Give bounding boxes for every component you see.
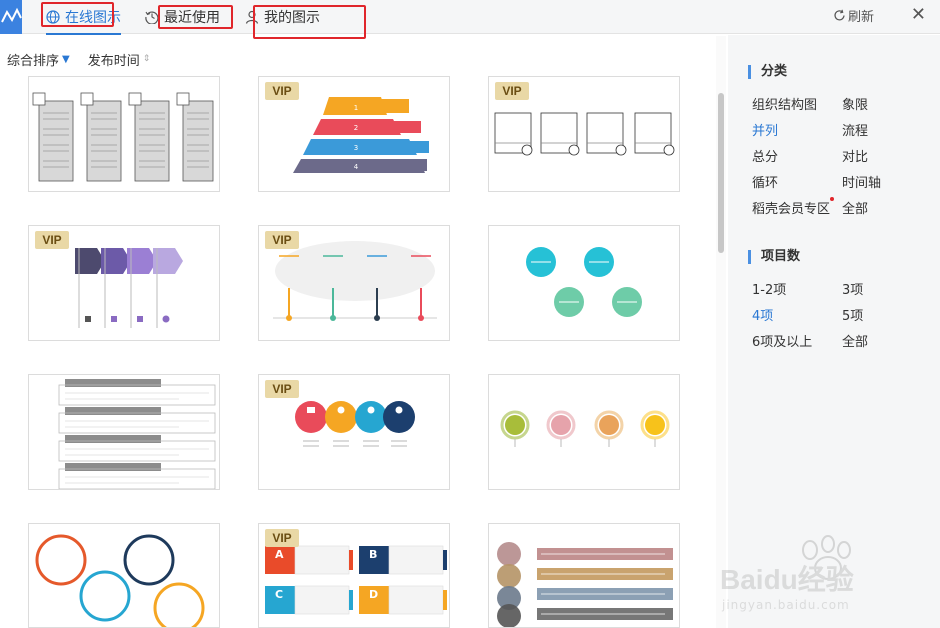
- svg-text:C: C: [275, 588, 283, 601]
- template-card[interactable]: [28, 76, 220, 192]
- category-cycle[interactable]: 循环: [752, 172, 778, 191]
- count-all[interactable]: 全部: [842, 331, 868, 350]
- template-card[interactable]: [28, 374, 220, 490]
- template-card[interactable]: VIP: [258, 225, 450, 341]
- count-1-2[interactable]: 1-2项: [752, 279, 786, 298]
- template-preview-list: [58, 379, 216, 489]
- svg-text:A: A: [275, 548, 284, 561]
- top-bar: 在线图示 最近使用 我的图示 刷新 ✕: [0, 0, 940, 35]
- filter-sidebar: 分类 组织结构图 象限 并列 流程 总分 对比 循环 时间轴 稻壳会员专区 全部…: [728, 35, 940, 628]
- svg-text:3: 3: [354, 144, 358, 152]
- svg-text:D: D: [369, 588, 378, 601]
- template-preview-pins: [500, 410, 670, 447]
- refresh-button[interactable]: 刷新: [833, 0, 874, 30]
- tab-label: 在线图示: [65, 10, 121, 26]
- tab-online-diagrams[interactable]: 在线图示: [46, 0, 121, 35]
- category-title: 分类: [748, 65, 787, 79]
- count-5[interactable]: 5项: [842, 305, 863, 324]
- app-logo: [0, 0, 22, 34]
- category-org-chart[interactable]: 组织结构图: [752, 94, 817, 113]
- tab-my-diagrams[interactable]: 我的图示: [245, 0, 320, 34]
- vip-badge: VIP: [35, 231, 69, 249]
- template-card[interactable]: VIP: [28, 225, 220, 341]
- sort-label: 发布时间: [87, 53, 140, 69]
- template-card[interactable]: VIP: [258, 374, 450, 490]
- template-preview-stack: [497, 542, 673, 627]
- new-dot: [830, 197, 834, 201]
- vip-badge: VIP: [495, 82, 529, 100]
- template-card[interactable]: [28, 523, 220, 628]
- close-icon[interactable]: ✕: [911, 5, 926, 25]
- category-total-sub[interactable]: 总分: [752, 146, 778, 165]
- globe-icon: [46, 10, 60, 24]
- count-6-plus[interactable]: 6项及以上: [752, 331, 812, 350]
- history-icon: [145, 10, 159, 24]
- template-preview-rings: [35, 534, 205, 627]
- template-card[interactable]: VIP A B C D: [258, 523, 450, 628]
- refresh-label: 刷新: [847, 9, 874, 25]
- vip-badge: VIP: [265, 380, 299, 398]
- category-all[interactable]: 全部: [842, 198, 868, 217]
- refresh-icon: [833, 9, 846, 22]
- vip-badge: VIP: [265, 82, 299, 100]
- sort-label: 综合排序: [7, 53, 60, 69]
- user-icon: [245, 10, 259, 24]
- sort-comprehensive[interactable]: 综合排序 ▼: [7, 50, 70, 69]
- svg-text:4: 4: [354, 163, 359, 171]
- category-compare[interactable]: 对比: [842, 146, 868, 165]
- count-3[interactable]: 3项: [842, 279, 863, 298]
- template-card[interactable]: [488, 374, 680, 490]
- scrollbar-thumb[interactable]: [718, 93, 724, 253]
- svg-text:B: B: [369, 548, 377, 561]
- template-card[interactable]: [488, 225, 680, 341]
- tab-recent[interactable]: 最近使用: [145, 0, 220, 34]
- template-preview-blobs: [526, 247, 642, 317]
- count-4[interactable]: 4项: [752, 305, 773, 324]
- category-process[interactable]: 流程: [842, 120, 868, 139]
- sort-updown-icon: ⇕: [142, 54, 151, 64]
- sort-publish-time[interactable]: 发布时间 ⇕: [87, 50, 151, 69]
- svg-text:1: 1: [354, 104, 358, 112]
- category-member-zone[interactable]: 稻壳会员专区: [752, 198, 830, 217]
- vip-badge: VIP: [265, 231, 299, 249]
- category-parallel[interactable]: 并列: [752, 120, 778, 139]
- category-quadrant[interactable]: 象限: [842, 94, 868, 113]
- template-card[interactable]: VIP: [488, 76, 680, 192]
- vip-badge: VIP: [265, 529, 299, 547]
- template-preview-columns: [32, 92, 214, 182]
- tab-label: 最近使用: [164, 10, 220, 26]
- template-card[interactable]: [488, 523, 680, 628]
- count-title: 项目数: [748, 250, 800, 264]
- sort-down-icon: ▼: [62, 53, 70, 65]
- sort-bar: 综合排序 ▼ 发布时间 ⇕: [7, 50, 151, 69]
- svg-text:2: 2: [354, 124, 358, 132]
- category-timeline[interactable]: 时间轴: [842, 172, 881, 191]
- template-card[interactable]: VIP 1 2 3 4: [258, 76, 450, 192]
- tab-label: 我的图示: [264, 10, 320, 26]
